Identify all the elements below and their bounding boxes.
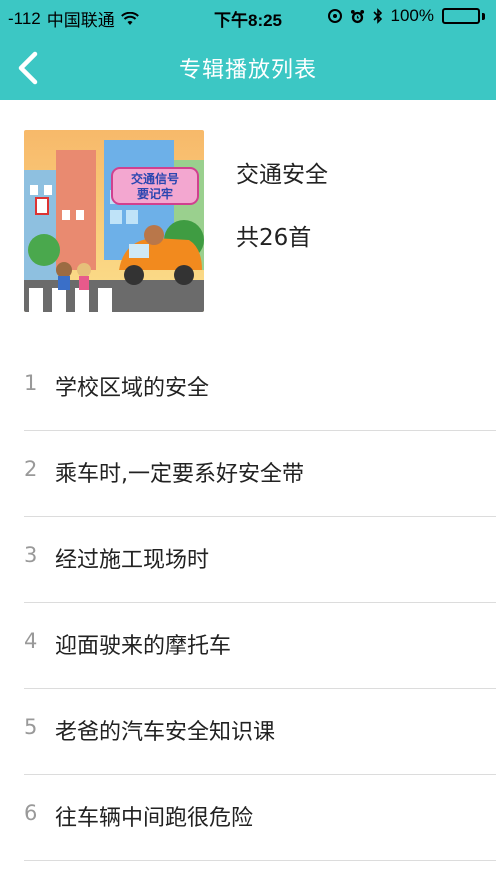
svg-text:交通信号: 交通信号 <box>131 171 179 186</box>
album-title: 交通安全 <box>236 162 328 188</box>
list-item[interactable]: 6 往车辆中间跑很危险 <box>24 775 496 861</box>
alarm-icon <box>350 9 364 23</box>
track-title: 学校区域的安全 <box>55 376 210 401</box>
track-index: 6 <box>24 801 38 825</box>
track-index: 1 <box>24 371 38 395</box>
nav-bar: 专辑播放列表 <box>0 34 496 100</box>
track-title: 迎面驶来的摩托车 <box>55 634 232 659</box>
list-item[interactable]: 2 乘车时,一定要系好安全带 <box>24 431 496 517</box>
album-header: 交通信号 要记牢 交通安全 共26首 <box>0 100 496 335</box>
album-track-count: 共26首 <box>236 225 312 251</box>
album-cover-image: 交通信号 要记牢 <box>24 130 204 312</box>
track-title: 乘车时,一定要系好安全带 <box>55 462 304 487</box>
status-right: 100% <box>327 6 488 26</box>
svg-text:要记牢: 要记牢 <box>137 186 173 201</box>
orientation-lock-icon <box>327 9 342 23</box>
track-index: 5 <box>24 715 38 739</box>
track-list: 1 学校区域的安全 2 乘车时,一定要系好安全带 3 经过施工现场时 4 迎面驶… <box>24 345 496 861</box>
list-item[interactable]: 3 经过施工现场时 <box>24 517 496 603</box>
track-title: 经过施工现场时 <box>55 548 210 573</box>
list-item[interactable]: 5 老爸的汽车安全知识课 <box>24 689 496 775</box>
bluetooth-icon <box>372 8 382 24</box>
track-title: 往车辆中间跑很危险 <box>55 806 254 831</box>
track-index: 2 <box>24 457 38 481</box>
list-item[interactable]: 4 迎面驶来的摩托车 <box>24 603 496 689</box>
list-item[interactable]: 1 学校区域的安全 <box>24 345 496 431</box>
track-index: 3 <box>24 543 38 567</box>
status-bar: -112 中国联通 下午8:25 100% <box>0 0 496 34</box>
page-title: 专辑播放列表 <box>178 58 317 83</box>
battery-icon <box>442 7 488 25</box>
battery-percent: 100% <box>390 6 434 25</box>
track-index: 4 <box>24 629 38 653</box>
track-title: 老爸的汽车安全知识课 <box>55 720 276 745</box>
